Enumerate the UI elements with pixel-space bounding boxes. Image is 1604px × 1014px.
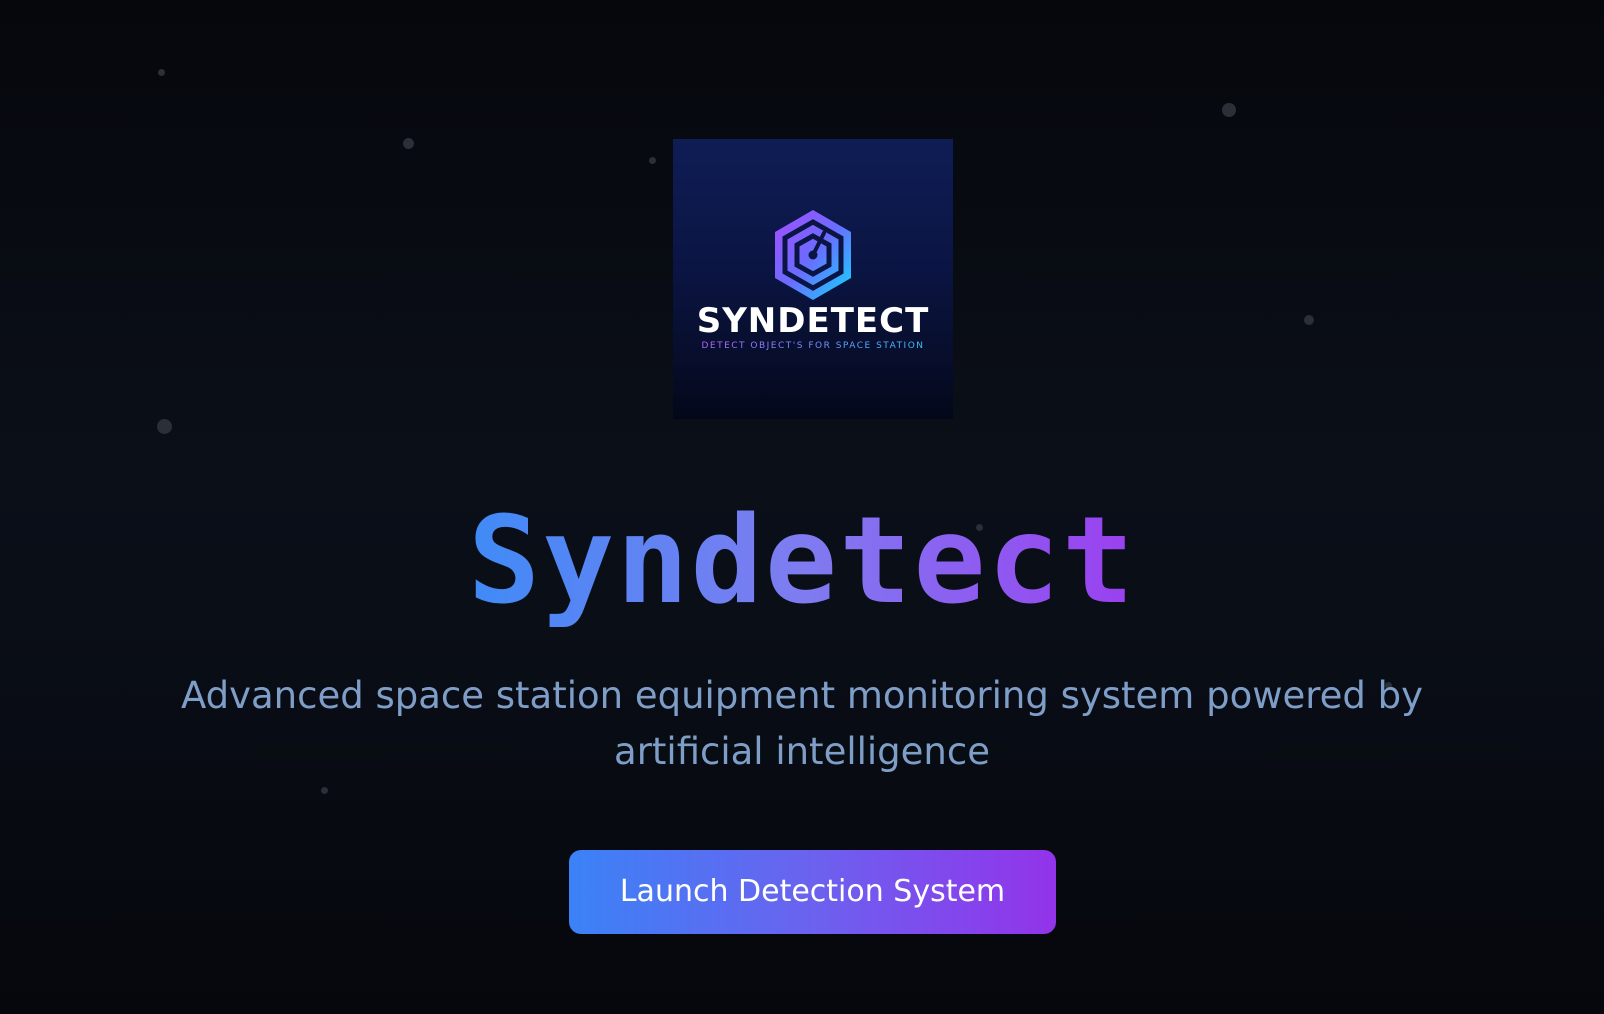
- star-dot: [403, 138, 414, 149]
- star-dot: [1222, 103, 1236, 117]
- landing-page: { "logo": { "wordmark": "SYNDETECT", "ta…: [0, 0, 1604, 1014]
- logo: SYNDETECT DETECT OBJECT'S FOR SPACE STAT…: [673, 139, 953, 419]
- star-dot: [649, 157, 656, 164]
- star-dot: [157, 419, 172, 434]
- hero-subtitle: Advanced space station equipment monitor…: [180, 674, 1424, 773]
- page-title-text: Syndetect: [467, 492, 1137, 631]
- logo-tagline: DETECT OBJECT'S FOR SPACE STATION: [673, 340, 953, 352]
- page-title: Syndetect: [0, 492, 1604, 632]
- star-dot: [321, 787, 328, 794]
- logo-wordmark: SYNDETECT: [696, 301, 930, 341]
- star-dot: [1304, 315, 1314, 325]
- hexagon-target-icon: [775, 210, 851, 300]
- star-dot: [158, 69, 165, 76]
- launch-detection-button[interactable]: Launch Detection System: [569, 850, 1056, 934]
